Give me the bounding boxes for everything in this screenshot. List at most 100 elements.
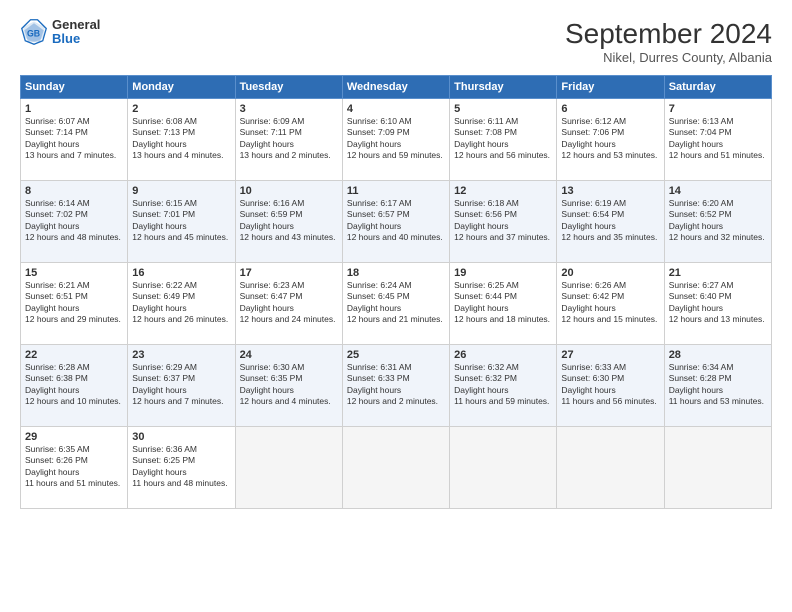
table-row: 29 Sunrise: 6:35 AM Sunset: 6:26 PM Dayl…: [21, 427, 128, 509]
logo-general-text: General: [52, 18, 100, 32]
day-number: 23: [132, 349, 230, 361]
day-detail: Sunrise: 6:09 AM Sunset: 7:11 PM Dayligh…: [240, 116, 338, 162]
day-number: 8: [25, 185, 123, 197]
day-detail: Sunrise: 6:35 AM Sunset: 6:26 PM Dayligh…: [25, 444, 123, 490]
table-row: 9 Sunrise: 6:15 AM Sunset: 7:01 PM Dayli…: [128, 181, 235, 263]
table-row: 13 Sunrise: 6:19 AM Sunset: 6:54 PM Dayl…: [557, 181, 664, 263]
calendar-row: 22 Sunrise: 6:28 AM Sunset: 6:38 PM Dayl…: [21, 345, 772, 427]
table-row: 19 Sunrise: 6:25 AM Sunset: 6:44 PM Dayl…: [450, 263, 557, 345]
table-row: 1 Sunrise: 6:07 AM Sunset: 7:14 PM Dayli…: [21, 99, 128, 181]
location-subtitle: Nikel, Durres County, Albania: [565, 50, 772, 65]
day-detail: Sunrise: 6:15 AM Sunset: 7:01 PM Dayligh…: [132, 198, 230, 244]
day-number: 27: [561, 349, 659, 361]
table-row: 3 Sunrise: 6:09 AM Sunset: 7:11 PM Dayli…: [235, 99, 342, 181]
calendar-row: 8 Sunrise: 6:14 AM Sunset: 7:02 PM Dayli…: [21, 181, 772, 263]
logo-blue-text: Blue: [52, 32, 100, 46]
day-detail: Sunrise: 6:29 AM Sunset: 6:37 PM Dayligh…: [132, 362, 230, 408]
day-number: 15: [25, 267, 123, 279]
table-row: 15 Sunrise: 6:21 AM Sunset: 6:51 PM Dayl…: [21, 263, 128, 345]
day-detail: Sunrise: 6:23 AM Sunset: 6:47 PM Dayligh…: [240, 280, 338, 326]
day-number: 10: [240, 185, 338, 197]
calendar-table: Sunday Monday Tuesday Wednesday Thursday…: [20, 75, 772, 509]
svg-text:GB: GB: [27, 29, 40, 39]
day-detail: Sunrise: 6:22 AM Sunset: 6:49 PM Dayligh…: [132, 280, 230, 326]
table-row: 28 Sunrise: 6:34 AM Sunset: 6:28 PM Dayl…: [664, 345, 771, 427]
table-row: 30 Sunrise: 6:36 AM Sunset: 6:25 PM Dayl…: [128, 427, 235, 509]
day-number: 12: [454, 185, 552, 197]
day-number: 5: [454, 103, 552, 115]
table-row: [557, 427, 664, 509]
day-number: 18: [347, 267, 445, 279]
table-row: [664, 427, 771, 509]
day-number: 9: [132, 185, 230, 197]
table-row: 8 Sunrise: 6:14 AM Sunset: 7:02 PM Dayli…: [21, 181, 128, 263]
calendar-row: 1 Sunrise: 6:07 AM Sunset: 7:14 PM Dayli…: [21, 99, 772, 181]
col-saturday: Saturday: [664, 76, 771, 99]
day-detail: Sunrise: 6:33 AM Sunset: 6:30 PM Dayligh…: [561, 362, 659, 408]
table-row: 16 Sunrise: 6:22 AM Sunset: 6:49 PM Dayl…: [128, 263, 235, 345]
day-detail: Sunrise: 6:27 AM Sunset: 6:40 PM Dayligh…: [669, 280, 767, 326]
table-row: 21 Sunrise: 6:27 AM Sunset: 6:40 PM Dayl…: [664, 263, 771, 345]
col-wednesday: Wednesday: [342, 76, 449, 99]
day-number: 19: [454, 267, 552, 279]
table-row: 2 Sunrise: 6:08 AM Sunset: 7:13 PM Dayli…: [128, 99, 235, 181]
day-detail: Sunrise: 6:11 AM Sunset: 7:08 PM Dayligh…: [454, 116, 552, 162]
day-detail: Sunrise: 6:24 AM Sunset: 6:45 PM Dayligh…: [347, 280, 445, 326]
logo: GB General Blue: [20, 18, 100, 47]
day-number: 28: [669, 349, 767, 361]
calendar-header-row: Sunday Monday Tuesday Wednesday Thursday…: [21, 76, 772, 99]
title-section: September 2024 Nikel, Durres County, Alb…: [565, 18, 772, 65]
table-row: 5 Sunrise: 6:11 AM Sunset: 7:08 PM Dayli…: [450, 99, 557, 181]
table-row: 14 Sunrise: 6:20 AM Sunset: 6:52 PM Dayl…: [664, 181, 771, 263]
day-detail: Sunrise: 6:34 AM Sunset: 6:28 PM Dayligh…: [669, 362, 767, 408]
col-sunday: Sunday: [21, 76, 128, 99]
day-number: 11: [347, 185, 445, 197]
day-number: 24: [240, 349, 338, 361]
day-number: 21: [669, 267, 767, 279]
day-detail: Sunrise: 6:10 AM Sunset: 7:09 PM Dayligh…: [347, 116, 445, 162]
col-tuesday: Tuesday: [235, 76, 342, 99]
day-detail: Sunrise: 6:07 AM Sunset: 7:14 PM Dayligh…: [25, 116, 123, 162]
day-number: 29: [25, 431, 123, 443]
table-row: 26 Sunrise: 6:32 AM Sunset: 6:32 PM Dayl…: [450, 345, 557, 427]
table-row: 24 Sunrise: 6:30 AM Sunset: 6:35 PM Dayl…: [235, 345, 342, 427]
day-number: 4: [347, 103, 445, 115]
day-detail: Sunrise: 6:16 AM Sunset: 6:59 PM Dayligh…: [240, 198, 338, 244]
calendar-row: 29 Sunrise: 6:35 AM Sunset: 6:26 PM Dayl…: [21, 427, 772, 509]
day-detail: Sunrise: 6:18 AM Sunset: 6:56 PM Dayligh…: [454, 198, 552, 244]
day-number: 16: [132, 267, 230, 279]
day-detail: Sunrise: 6:32 AM Sunset: 6:32 PM Dayligh…: [454, 362, 552, 408]
day-detail: Sunrise: 6:08 AM Sunset: 7:13 PM Dayligh…: [132, 116, 230, 162]
table-row: 6 Sunrise: 6:12 AM Sunset: 7:06 PM Dayli…: [557, 99, 664, 181]
day-number: 2: [132, 103, 230, 115]
table-row: 22 Sunrise: 6:28 AM Sunset: 6:38 PM Dayl…: [21, 345, 128, 427]
day-detail: Sunrise: 6:30 AM Sunset: 6:35 PM Dayligh…: [240, 362, 338, 408]
day-number: 13: [561, 185, 659, 197]
day-number: 20: [561, 267, 659, 279]
table-row: 20 Sunrise: 6:26 AM Sunset: 6:42 PM Dayl…: [557, 263, 664, 345]
table-row: 11 Sunrise: 6:17 AM Sunset: 6:57 PM Dayl…: [342, 181, 449, 263]
day-detail: Sunrise: 6:20 AM Sunset: 6:52 PM Dayligh…: [669, 198, 767, 244]
day-number: 6: [561, 103, 659, 115]
day-detail: Sunrise: 6:13 AM Sunset: 7:04 PM Dayligh…: [669, 116, 767, 162]
col-thursday: Thursday: [450, 76, 557, 99]
table-row: 12 Sunrise: 6:18 AM Sunset: 6:56 PM Dayl…: [450, 181, 557, 263]
day-number: 1: [25, 103, 123, 115]
page: GB General Blue September 2024 Nikel, Du…: [0, 0, 792, 612]
table-row: [450, 427, 557, 509]
day-number: 17: [240, 267, 338, 279]
calendar-row: 15 Sunrise: 6:21 AM Sunset: 6:51 PM Dayl…: [21, 263, 772, 345]
day-detail: Sunrise: 6:26 AM Sunset: 6:42 PM Dayligh…: [561, 280, 659, 326]
day-detail: Sunrise: 6:31 AM Sunset: 6:33 PM Dayligh…: [347, 362, 445, 408]
day-detail: Sunrise: 6:19 AM Sunset: 6:54 PM Dayligh…: [561, 198, 659, 244]
table-row: 18 Sunrise: 6:24 AM Sunset: 6:45 PM Dayl…: [342, 263, 449, 345]
day-detail: Sunrise: 6:36 AM Sunset: 6:25 PM Dayligh…: [132, 444, 230, 490]
day-detail: Sunrise: 6:14 AM Sunset: 7:02 PM Dayligh…: [25, 198, 123, 244]
day-number: 7: [669, 103, 767, 115]
logo-text: General Blue: [52, 18, 100, 47]
day-detail: Sunrise: 6:25 AM Sunset: 6:44 PM Dayligh…: [454, 280, 552, 326]
day-detail: Sunrise: 6:17 AM Sunset: 6:57 PM Dayligh…: [347, 198, 445, 244]
day-number: 26: [454, 349, 552, 361]
day-detail: Sunrise: 6:21 AM Sunset: 6:51 PM Dayligh…: [25, 280, 123, 326]
day-number: 22: [25, 349, 123, 361]
